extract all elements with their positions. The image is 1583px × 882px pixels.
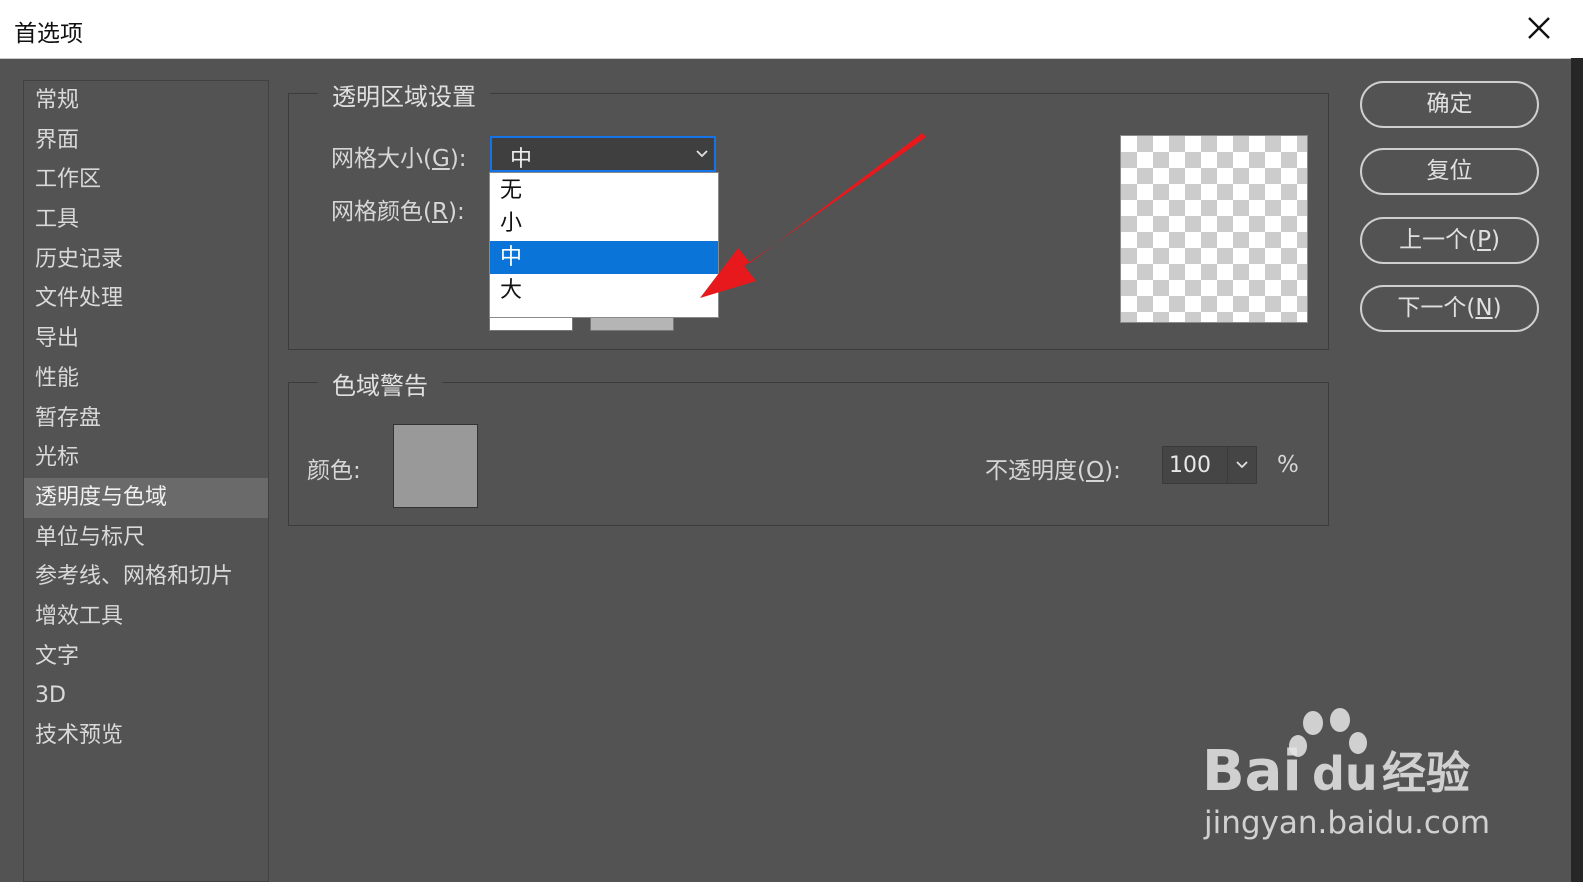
grid-color-swatch-light[interactable] xyxy=(489,317,573,331)
opacity-label: 不透明度(O): xyxy=(985,458,1121,484)
watermark-cn: 经验 xyxy=(1382,748,1470,799)
reset-button[interactable]: 复位 xyxy=(1360,148,1539,195)
gamut-color-label: 颜色: xyxy=(307,458,361,484)
sidebar-item-general[interactable]: 常规 xyxy=(24,81,268,121)
sidebar-item-tools[interactable]: 工具 xyxy=(24,200,268,240)
chevron-down-icon[interactable] xyxy=(1236,461,1248,469)
sidebar-item-3d[interactable]: 3D xyxy=(24,676,268,716)
sidebar-item-interface[interactable]: 界面 xyxy=(24,121,268,161)
sidebar-item-workspace[interactable]: 工作区 xyxy=(24,160,268,200)
opacity-divider xyxy=(1227,447,1228,483)
annotation-arrow-icon xyxy=(700,133,926,298)
sidebar-item-history[interactable]: 历史记录 xyxy=(24,240,268,280)
transparency-settings-title: 透明区域设置 xyxy=(318,77,490,112)
grid-color-label: 网格颜色(R): xyxy=(331,199,465,225)
sidebar-item-type[interactable]: 文字 xyxy=(24,637,268,677)
prev-button[interactable]: 上一个(P) xyxy=(1360,217,1539,264)
title-bar: 首选项 xyxy=(0,0,1583,59)
preferences-sidebar: 常规 界面 工作区 工具 历史记录 文件处理 导出 性能 暂存盘 光标 透明度与… xyxy=(23,80,269,882)
opacity-value: 100 xyxy=(1169,453,1211,478)
sidebar-item-transparency-gamut[interactable]: 透明度与色域 xyxy=(24,477,268,518)
transparency-preview xyxy=(1120,135,1308,323)
watermark-brand-du: du xyxy=(1312,747,1378,801)
grid-size-option-large[interactable]: 大 xyxy=(490,274,718,307)
close-icon[interactable] xyxy=(1521,10,1557,46)
grid-color-swatch-dark[interactable] xyxy=(590,317,674,331)
window-title: 首选项 xyxy=(14,21,83,47)
baidu-jingyan-watermark: Bai du 经验 jingyan.baidu.com xyxy=(1202,708,1490,841)
opacity-percent-sign: % xyxy=(1277,452,1299,478)
sidebar-item-cursors[interactable]: 光标 xyxy=(24,438,268,478)
grid-size-value: 中 xyxy=(510,147,533,172)
grid-size-label: 网格大小(G): xyxy=(331,146,467,172)
sidebar-item-file-handling[interactable]: 文件处理 xyxy=(24,279,268,319)
next-button[interactable]: 下一个(N) xyxy=(1360,285,1539,332)
sidebar-item-units-rulers[interactable]: 单位与标尺 xyxy=(24,518,268,558)
grid-size-option-none[interactable]: 无 xyxy=(490,174,718,207)
sidebar-item-performance[interactable]: 性能 xyxy=(24,359,268,399)
sidebar-item-scratch-disks[interactable]: 暂存盘 xyxy=(24,399,268,439)
grid-size-select[interactable]: 中 xyxy=(490,136,716,172)
ok-button[interactable]: 确定 xyxy=(1360,81,1539,128)
opacity-input[interactable]: 100 xyxy=(1162,446,1257,484)
sidebar-item-tech-preview[interactable]: 技术预览 xyxy=(24,716,268,756)
watermark-brand: Bai xyxy=(1202,739,1302,804)
window-right-edge xyxy=(1571,58,1583,882)
sidebar-item-guides-grid-slices[interactable]: 参考线、网格和切片 xyxy=(24,557,268,597)
watermark-url: jingyan.baidu.com xyxy=(1203,805,1490,841)
gamut-color-well[interactable] xyxy=(393,424,478,508)
gamut-warning-title: 色域警告 xyxy=(318,366,442,401)
grid-size-option-small[interactable]: 小 xyxy=(490,207,718,240)
sidebar-item-plugins[interactable]: 增效工具 xyxy=(24,597,268,637)
sidebar-item-export[interactable]: 导出 xyxy=(24,319,268,359)
grid-size-dropdown-list: 无 小 中 大 xyxy=(489,172,719,318)
grid-size-option-medium[interactable]: 中 xyxy=(490,241,718,274)
